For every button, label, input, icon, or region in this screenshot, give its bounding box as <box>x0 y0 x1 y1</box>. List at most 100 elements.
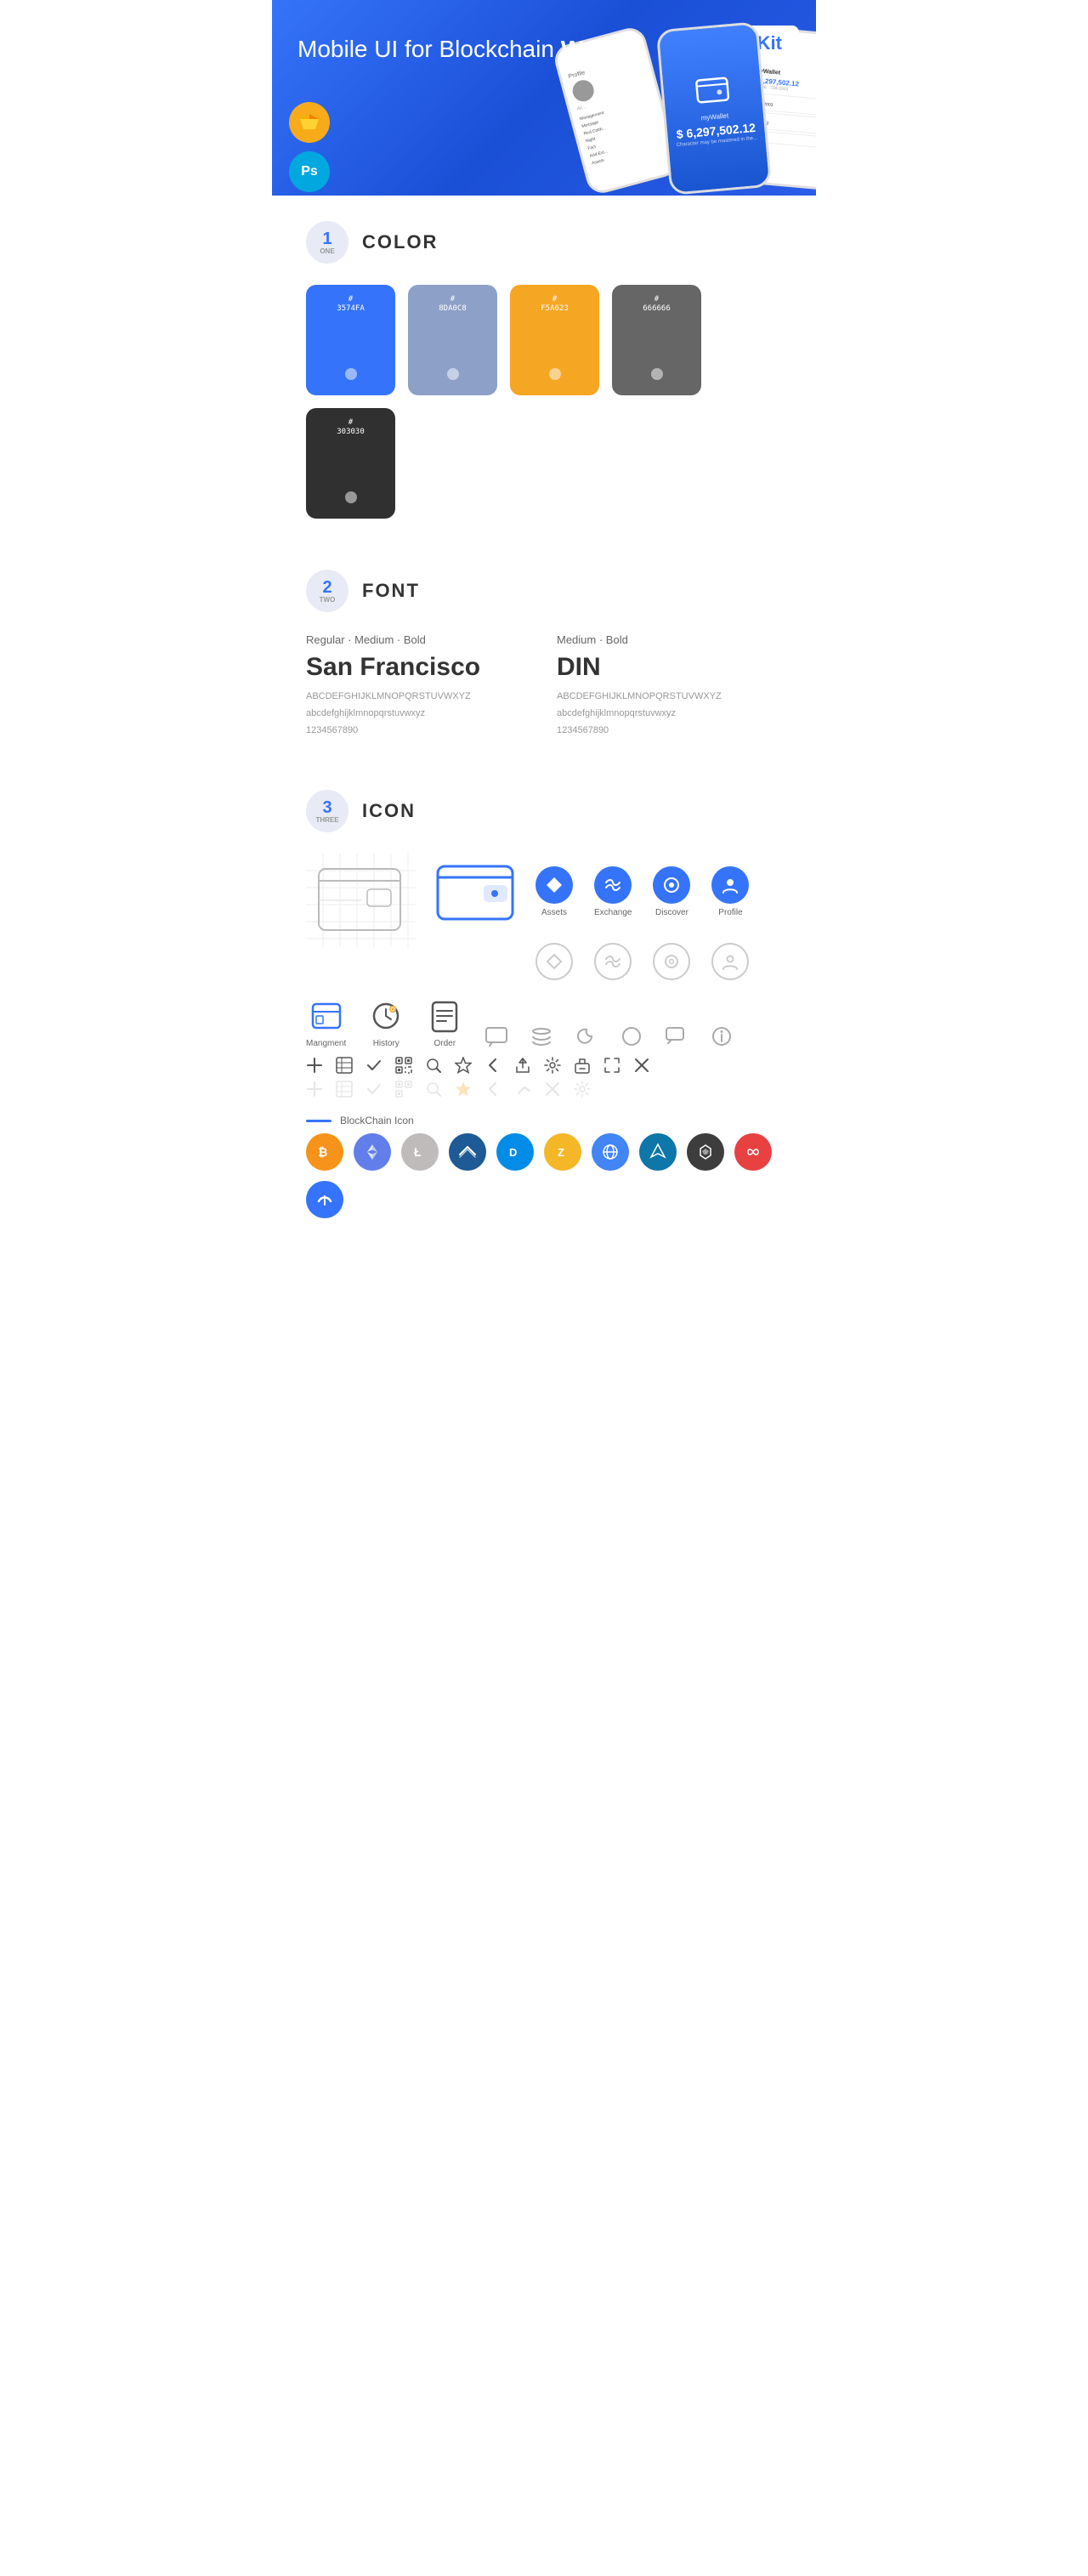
number-text-3: THREE <box>315 816 338 824</box>
exchange-icon <box>604 876 622 894</box>
swatch-gray: #666666 <box>612 285 701 395</box>
din-name: DIN <box>557 653 782 682</box>
svg-text:Ł: Ł <box>414 1145 422 1159</box>
nav-icon-area: Assets Exchange <box>536 854 749 980</box>
zcash-icon: Z <box>544 1133 581 1171</box>
waves-symbol <box>457 1142 478 1162</box>
order-label: Order <box>434 1039 456 1048</box>
back-icon <box>484 1057 502 1074</box>
font-sf: Regular · Medium · Bold San Francisco AB… <box>306 633 531 739</box>
utility-icons-row-faded <box>306 1081 782 1098</box>
sf-uppercase: ABCDEFGHIJKLMNOPQRSTUVWXYZ <box>306 689 531 706</box>
share-icon <box>514 1057 531 1074</box>
zec-symbol: Z <box>552 1142 573 1162</box>
nav-item-assets-outline <box>536 943 573 980</box>
icon-showcase: Assets Exchange <box>306 854 782 980</box>
ltc-symbol: Ł <box>410 1142 430 1162</box>
swatch-dot <box>549 368 561 380</box>
swatch-dot <box>345 368 357 380</box>
sf-lowercase: abcdefghijklmnopqrstuvwxyz <box>306 706 531 723</box>
din-uppercase: ABCDEFGHIJKLMNOPQRSTUVWXYZ <box>557 689 782 706</box>
hero-section: Mobile UI for Blockchain Wallet UI Kit P… <box>272 0 816 196</box>
divider-bar <box>306 1120 332 1122</box>
svg-text:Z: Z <box>558 1146 564 1159</box>
discover-outline-icon <box>663 953 680 970</box>
tool-badges: Ps 60+ Screens <box>289 102 330 196</box>
utility-icons-row-active <box>306 1057 782 1074</box>
discover-outline-bg <box>653 943 690 980</box>
strat-icon <box>306 1181 343 1218</box>
ark-icon <box>639 1133 677 1171</box>
din-style: Medium · Bold <box>557 633 782 646</box>
blockchain-area: BlockChain Icon ₿ Ł <box>306 1115 782 1218</box>
management-label: Mangment <box>306 1039 346 1048</box>
font-title: FONT <box>362 580 420 602</box>
btc-symbol: ₿ <box>314 1142 335 1162</box>
swatch-blue: #3574FA <box>306 285 395 395</box>
check-icon <box>366 1057 382 1074</box>
nav-item-profile-outline <box>711 943 749 980</box>
svg-text:D: D <box>509 1146 517 1159</box>
back-icon-faded <box>484 1081 502 1098</box>
font-din: Medium · Bold DIN ABCDEFGHIJKLMNOPQRSTUV… <box>557 633 782 739</box>
ark-symbol <box>648 1142 668 1162</box>
ethereum-icon <box>354 1133 391 1171</box>
ps-label: Ps <box>301 164 318 179</box>
crypto-icons-row: ₿ Ł <box>306 1133 782 1218</box>
plus-icon-faded <box>306 1081 323 1098</box>
grid-icon <box>336 1057 353 1074</box>
dcr-icon <box>687 1133 724 1171</box>
nav-management: Mangment <box>306 997 346 1048</box>
exchange-label: Exchange <box>594 908 632 917</box>
blockchain-label: BlockChain Icon <box>340 1115 414 1126</box>
eth-symbol <box>362 1142 382 1162</box>
qr-icon <box>395 1057 412 1074</box>
swatch-dot <box>345 491 357 503</box>
exchange-outline-bg <box>594 943 632 980</box>
font-section-header: 2 TWO FONT <box>306 570 782 612</box>
dcr-symbol <box>695 1142 716 1162</box>
plus-icon <box>306 1057 323 1074</box>
icon-title: ICON <box>362 800 416 822</box>
circle-icon <box>620 1024 643 1048</box>
moon-icon <box>575 1024 598 1048</box>
outline-nav-row <box>536 943 749 980</box>
net-symbol <box>600 1142 620 1162</box>
nav-item-profile: Profile <box>711 866 749 917</box>
assets-outline-bg <box>536 943 573 980</box>
history-label: History <box>373 1039 400 1048</box>
phone-mockup-2: myWallet $ 6,297,502.12 Character may be… <box>656 21 773 196</box>
hero-title-bold: Wallet <box>561 36 630 62</box>
din-lowercase: abcdefghijklmnopqrstuvwxyz <box>557 706 782 723</box>
color-section: 1 ONE COLOR #3574FA #8DA0C8 #F5A623 #666… <box>272 196 816 544</box>
bottom-nav-icons: Mangment History Order <box>306 997 782 1048</box>
wireframe-wallet-container <box>306 854 416 947</box>
search-icon-faded <box>425 1081 442 1098</box>
nav-item-discover-outline <box>653 943 690 980</box>
management-icon <box>308 997 345 1035</box>
number-2: 2 <box>322 579 332 596</box>
swatch-dark: #303030 <box>306 408 395 519</box>
speech-icon <box>665 1024 688 1048</box>
dash-symbol: D <box>505 1142 525 1162</box>
profile-label: Profile <box>718 908 742 917</box>
wallet-svg <box>434 854 518 930</box>
profile-outline-icon <box>722 953 739 970</box>
number-text-1: ONE <box>320 247 334 255</box>
color-title: COLOR <box>362 231 438 253</box>
poly-symbol <box>743 1142 763 1162</box>
font-grid: Regular · Medium · Bold San Francisco AB… <box>306 633 782 739</box>
grid-icon-faded <box>336 1081 353 1098</box>
swatch-dot <box>651 368 663 380</box>
expand-icon <box>604 1057 620 1074</box>
section-number-3: 3 THREE <box>306 790 348 832</box>
qr-icon-faded <box>395 1081 412 1098</box>
order-icon <box>426 997 463 1035</box>
exchange-outline-icon <box>604 953 621 970</box>
assets-label: Assets <box>541 908 567 917</box>
sketch-badge <box>289 102 330 143</box>
close-icon-faded <box>544 1081 561 1098</box>
color-section-header: 1 ONE COLOR <box>306 221 782 264</box>
discover-icon <box>662 876 681 894</box>
search-icon <box>425 1057 442 1074</box>
